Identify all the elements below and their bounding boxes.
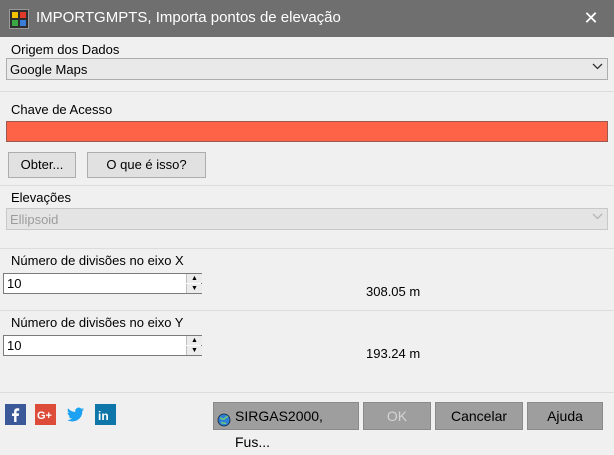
title-bar: IMPORTGMPTS, Importa pontos de elevação … [0,0,614,37]
divider [0,310,614,311]
div-x-stepper[interactable]: 10 ▲ ▼ [3,273,202,294]
div-x-label: Número de divisões no eixo X [11,253,184,268]
chevron-down-icon [592,211,603,225]
div-y-label: Número de divisões no eixo Y [11,315,184,330]
chevron-down-icon [592,61,603,75]
origem-label: Origem dos Dados [11,42,120,57]
twitter-icon[interactable] [65,404,86,425]
origem-selected: Google Maps [10,62,88,77]
access-key-input[interactable] [6,121,608,142]
what-is-this-button[interactable]: O que é isso? [87,152,206,178]
facebook-icon[interactable] [5,404,26,425]
elevacoes-select[interactable]: Ellipsoid [6,208,608,230]
close-button[interactable]: ✕ [578,5,604,31]
divider [0,392,614,393]
ok-button[interactable]: OK [363,402,431,430]
app-icon [9,9,29,29]
help-button[interactable]: Ajuda [527,402,603,430]
chave-label: Chave de Acesso [11,102,113,117]
stepper-up-icon[interactable]: ▲ [186,336,202,345]
divider [0,91,614,92]
cancel-button[interactable]: Cancelar [435,402,523,430]
divider [0,185,614,186]
svg-text:G+: G+ [37,410,52,422]
origem-select[interactable]: Google Maps [6,58,608,80]
stepper-down-icon[interactable]: ▼ [186,284,202,293]
window-title: IMPORTGMPTS, Importa pontos de elevação [36,9,341,26]
div-y-measure: 193.24 m [366,346,421,361]
linkedin-icon[interactable]: in [95,404,116,425]
elevacoes-selected: Ellipsoid [10,212,59,227]
div-y-stepper[interactable]: 10 ▲ ▼ [3,335,202,356]
div-x-value: 10 [7,276,22,291]
crs-button[interactable]: SIRGAS2000, Fus... [213,402,359,450]
obter-button[interactable]: Obter... [8,152,76,178]
svg-text:in: in [98,409,109,423]
google-plus-icon[interactable]: G+ [35,404,56,425]
crs-label: SIRGAS2000, Fus... [235,408,323,450]
divider [0,248,614,249]
stepper-up-icon[interactable]: ▲ [186,274,202,283]
stepper-down-icon[interactable]: ▼ [186,346,202,355]
div-y-value: 10 [7,338,22,353]
elevacoes-label: Elevações [11,190,71,205]
globe-icon [217,409,231,435]
div-x-measure: 308.05 m [366,284,421,299]
